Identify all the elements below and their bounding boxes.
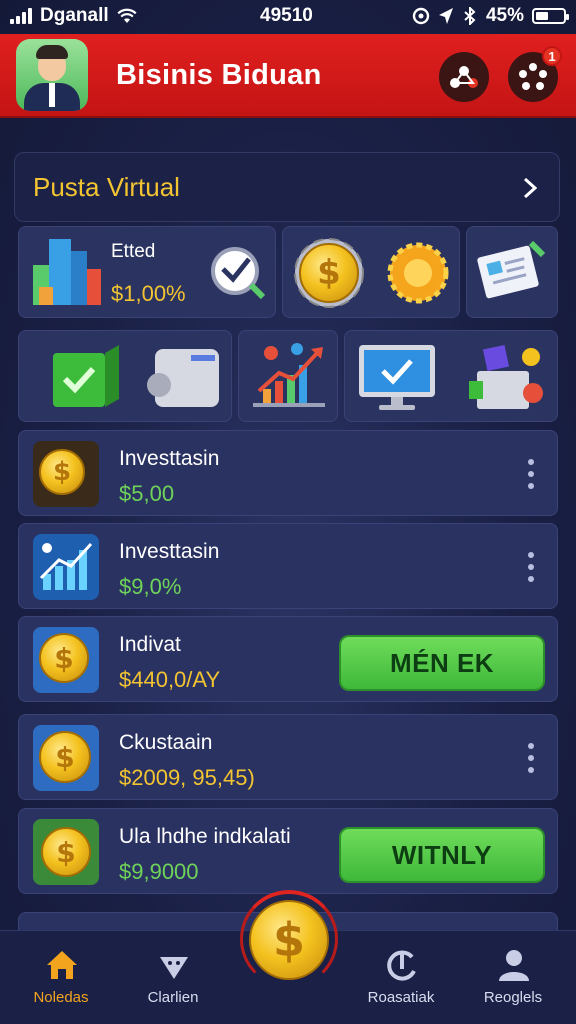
summary-label: Etted bbox=[111, 241, 156, 262]
printer-icon bbox=[147, 349, 219, 407]
carrier-name: Dganall bbox=[40, 5, 109, 26]
list-item[interactable]: $ Investtasin $5,00 bbox=[18, 430, 558, 516]
document-tile[interactable] bbox=[466, 226, 558, 318]
coin-icon: $ bbox=[33, 627, 99, 693]
nav-label: Reoglels bbox=[483, 989, 543, 1006]
growth-chart-icon bbox=[253, 343, 325, 407]
status-bar: Dganall 49510 45% bbox=[0, 0, 576, 32]
summary-tile[interactable]: Etted $1,00% bbox=[18, 226, 276, 318]
settings-dots-icon bbox=[519, 63, 547, 90]
nav-refresh[interactable]: Roasatiak bbox=[346, 931, 456, 1024]
nav-label: Roasatiak bbox=[367, 989, 435, 1006]
chevron-right-icon bbox=[523, 177, 537, 199]
list-item-value: $9,0% bbox=[119, 574, 182, 599]
growth-chart-tile[interactable] bbox=[238, 330, 338, 422]
nav-label: Clarlien bbox=[147, 989, 199, 1006]
wifi-icon bbox=[117, 8, 137, 23]
list-item-title: Indivat bbox=[119, 633, 181, 656]
coin-icon: $ bbox=[33, 725, 99, 791]
monitor-tile[interactable] bbox=[344, 330, 558, 422]
list-item-title: Ula lhdhe indkalati bbox=[119, 825, 291, 848]
location-icon bbox=[438, 8, 453, 24]
nav-label: Noledas bbox=[33, 989, 89, 1006]
check-box-icon bbox=[53, 345, 119, 407]
more-options-icon[interactable] bbox=[527, 459, 535, 489]
signal-icon bbox=[10, 8, 32, 24]
hotspot-icon bbox=[412, 7, 430, 25]
men-ek-button[interactable]: MÉN EK bbox=[339, 635, 545, 691]
list-item-value: $9,9000 bbox=[119, 859, 199, 884]
avatar[interactable] bbox=[16, 39, 88, 111]
profile-icon bbox=[499, 950, 529, 981]
list-item[interactable]: $ Indivat $440,0/AY MÉN EK bbox=[18, 616, 558, 702]
city-buildings-icon bbox=[33, 239, 101, 305]
coin-icon: $ bbox=[299, 243, 359, 303]
center-coin-button[interactable]: $ bbox=[240, 890, 338, 988]
monitor-check-icon bbox=[359, 345, 435, 410]
home-icon bbox=[47, 951, 77, 979]
app-header: Bisinis Biduan 1 bbox=[0, 34, 576, 118]
clock-check-icon bbox=[211, 247, 266, 300]
list-item-title: Ckustaain bbox=[119, 731, 213, 754]
list-item-value: $440,0/AY bbox=[119, 667, 221, 692]
more-options-icon[interactable] bbox=[527, 552, 535, 582]
share-button[interactable] bbox=[439, 52, 489, 102]
refresh-icon bbox=[387, 950, 416, 981]
gear-coin-tile[interactable]: $ bbox=[282, 226, 460, 318]
list-item-title: Investtasin bbox=[119, 447, 220, 470]
list-item[interactable]: Investtasin $9,0% bbox=[18, 523, 558, 609]
coin-stack-icon: $ bbox=[33, 441, 99, 507]
witnly-button[interactable]: WITNLY bbox=[339, 827, 545, 883]
gift-box-icon bbox=[469, 344, 543, 409]
nav-profile[interactable]: Reoglels bbox=[458, 931, 568, 1024]
network-icon bbox=[450, 66, 478, 88]
list-item-value: $5,00 bbox=[119, 481, 175, 506]
list-item[interactable]: $ Ckustaain $2009, 95,45) bbox=[18, 714, 558, 800]
notification-badge: 1 bbox=[542, 46, 562, 66]
document-icon bbox=[477, 240, 546, 299]
dollar-coin-icon: $ bbox=[249, 900, 329, 980]
battery-icon bbox=[532, 8, 569, 24]
sun-gear-icon bbox=[387, 242, 449, 304]
list-item-title: Investtasin bbox=[119, 540, 220, 563]
battery-percent: 45% bbox=[485, 5, 524, 26]
list-item[interactable]: $ Ula lhdhe indkalati $9,9000 WITNLY bbox=[18, 808, 558, 894]
app-title: Bisinis Biduan bbox=[116, 58, 322, 91]
section-title: Pusta Virtual bbox=[33, 171, 180, 202]
summary-value: $1,00% bbox=[111, 281, 186, 306]
notifications-button[interactable]: 1 bbox=[508, 46, 562, 102]
nav-home[interactable]: Noledas bbox=[6, 931, 116, 1024]
bluetooth-icon bbox=[464, 7, 476, 25]
approval-tile[interactable] bbox=[18, 330, 232, 422]
diamond-icon bbox=[160, 957, 188, 979]
nav-diamond[interactable]: Clarlien bbox=[118, 931, 228, 1024]
more-options-icon[interactable] bbox=[527, 743, 535, 773]
coin-money-icon: $ bbox=[33, 819, 99, 885]
status-time: 49510 bbox=[260, 5, 313, 26]
section-header[interactable]: Pusta Virtual bbox=[14, 152, 560, 222]
growth-chart-icon bbox=[33, 534, 99, 600]
list-item-value: $2009, 95,45) bbox=[119, 765, 255, 790]
